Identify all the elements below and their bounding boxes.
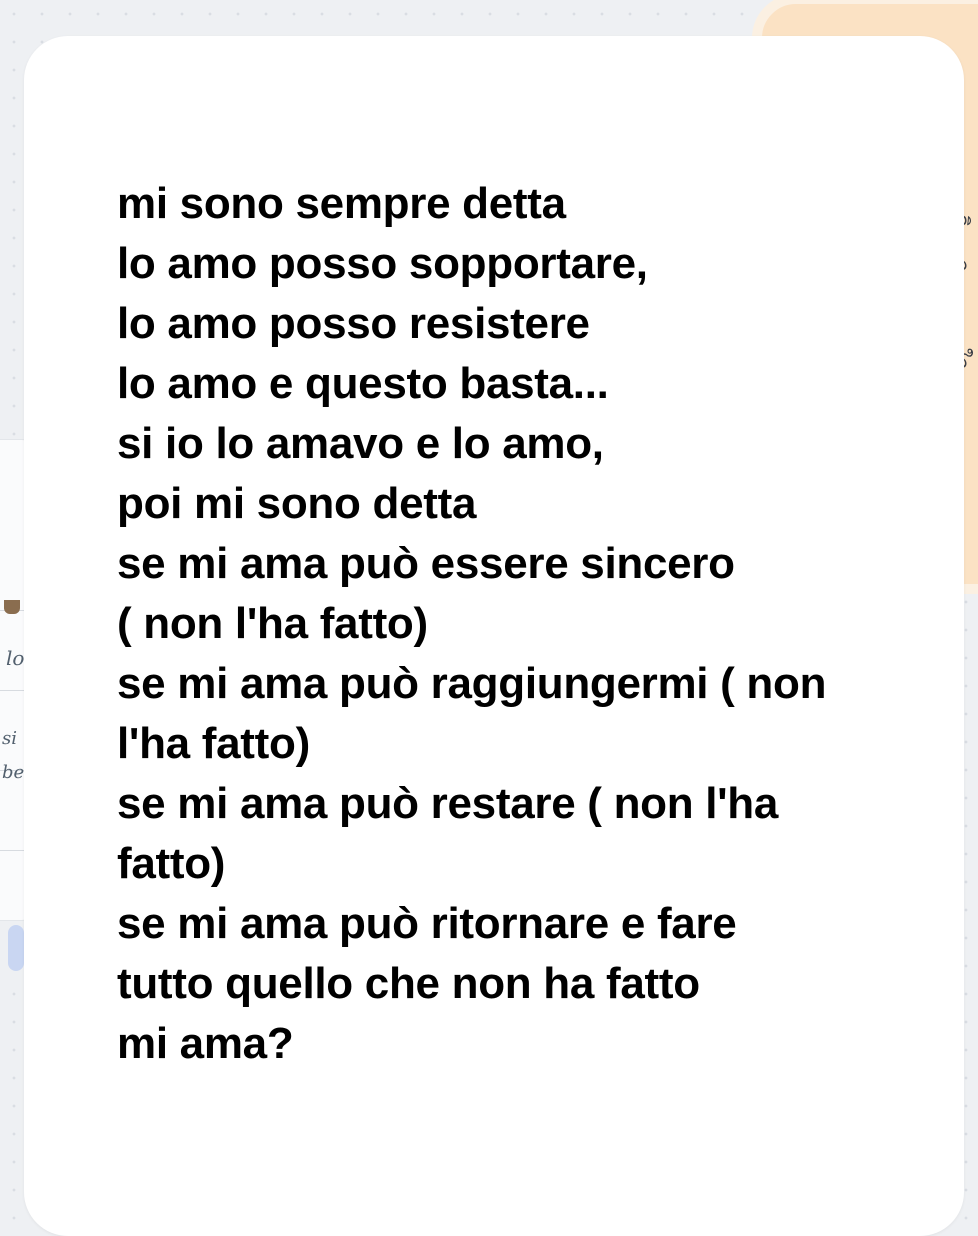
scribble-text: be: [2, 762, 25, 783]
poem-line: se mi ama può essere sincero: [117, 539, 735, 588]
poem-line: lo amo posso resistere: [117, 299, 590, 348]
poem-text: mi sono sempre detta lo amo posso soppor…: [117, 174, 877, 1074]
poem-line: se mi ama può raggiungermi ( non: [117, 659, 827, 708]
blue-sticker: [8, 925, 24, 971]
coffee-cup-icon: [4, 600, 20, 614]
poem-line: poi mi sono detta: [117, 479, 477, 528]
poem-line: se mi ama può restare ( non l'ha: [117, 779, 779, 828]
poem-line: se mi ama può ritornare e fare: [117, 899, 737, 948]
poem-line: fatto): [117, 839, 226, 888]
poem-line: lo amo e questo basta...: [117, 359, 609, 408]
poem-line: si io lo amavo e lo amo,: [117, 419, 604, 468]
poem-line: tutto quello che non ha fatto: [117, 959, 700, 1008]
scribble-text: lo: [6, 646, 25, 670]
poem-line: lo amo posso sopportare,: [117, 239, 648, 288]
poem-line: l'ha fatto): [117, 719, 310, 768]
poem-line: mi ama?: [117, 1019, 294, 1068]
poem-line: ( non l'ha fatto): [117, 599, 428, 648]
scribble-text: si: [2, 728, 17, 749]
poem-line: mi sono sempre detta: [117, 179, 566, 228]
